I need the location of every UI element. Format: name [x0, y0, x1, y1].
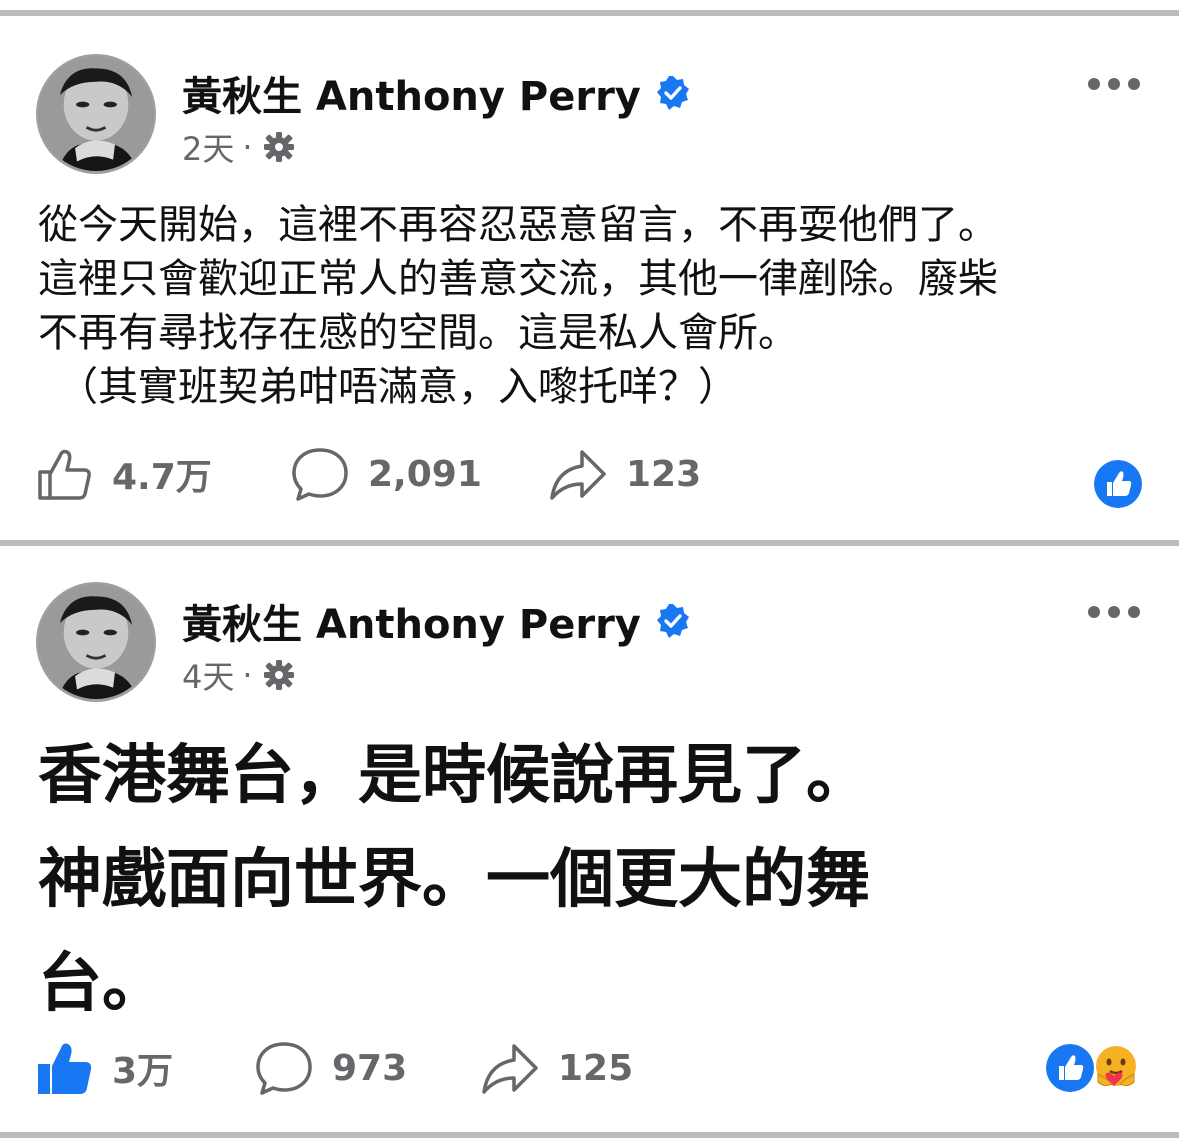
post-actions: 3万 973 125 — [0, 1038, 1179, 1098]
post-text-line: 不再有尋找存在感的空間。這是私人會所。 — [38, 310, 798, 356]
comment-bubble-icon — [256, 1042, 312, 1095]
gear-icon[interactable] — [263, 659, 295, 691]
avatar-portrait-icon — [39, 585, 153, 699]
like-count: 3万 — [112, 1051, 174, 1092]
post-actions: 4.7万 2,091 123 — [0, 444, 1179, 508]
post-meta: 2天 · — [182, 124, 295, 170]
share-button[interactable]: 123 — [548, 444, 701, 504]
post-time[interactable]: 4天 — [182, 652, 234, 698]
post-text-line: 神戲面向世界。一個更大的舞 — [38, 843, 870, 917]
reactions-summary[interactable] — [1046, 1044, 1140, 1092]
care-reaction-icon — [1096, 1046, 1136, 1087]
avatar-portrait-icon — [39, 57, 153, 171]
share-arrow-icon — [482, 1044, 538, 1094]
bottom-divider — [0, 1132, 1179, 1138]
more-options-icon[interactable] — [1088, 604, 1140, 620]
author-name-text[interactable]: 黃秋生 Anthony Perry — [182, 592, 641, 650]
comment-count: 973 — [332, 1047, 408, 1089]
avatar[interactable] — [36, 54, 156, 174]
verified-badge-icon — [656, 604, 689, 638]
post-meta: 4天 · — [182, 652, 295, 698]
like-reaction-icon — [1094, 460, 1142, 508]
reactions-summary[interactable] — [1094, 460, 1142, 508]
post-text-line: 從今天開始，這裡不再容忍惡意留言，不再耍他們了。 — [38, 202, 998, 248]
comment-button[interactable]: 2,091 — [290, 444, 482, 504]
comment-button[interactable]: 973 — [254, 1038, 407, 1098]
meta-separator: · — [242, 656, 253, 694]
like-button[interactable]: 4.7万 — [34, 444, 212, 504]
share-arrow-icon — [550, 450, 606, 500]
share-button[interactable]: 125 — [480, 1038, 633, 1098]
author-name[interactable]: 黃秋生 Anthony Perry — [182, 64, 691, 122]
post-card: 黃秋生 Anthony Perry 2天 · 從今天開始，這裡不再容忍惡意留言，… — [0, 16, 1179, 540]
post-text: 從今天開始，這裡不再容忍惡意留言，不再耍他們了。 這裡只會歡迎正常人的善意交流，… — [38, 198, 1148, 414]
verified-badge-icon — [656, 76, 689, 110]
thumbs-up-icon — [38, 1043, 92, 1094]
share-count: 125 — [558, 1047, 634, 1089]
meta-separator: · — [242, 128, 253, 166]
post-text-line: 香港舞台，是時候說再見了。 — [38, 739, 870, 813]
avatar[interactable] — [36, 582, 156, 702]
more-options-icon[interactable] — [1088, 76, 1140, 92]
comment-bubble-icon — [292, 448, 348, 501]
post-text-line: （其實班契弟咁唔滿意，入嚟托咩？） — [38, 364, 738, 410]
thumbs-up-icon — [38, 449, 91, 500]
author-name-text[interactable]: 黃秋生 Anthony Perry — [182, 64, 641, 122]
post-card: 黃秋生 Anthony Perry 4天 · 香港舞台，是時候說再見了。 神戲面… — [0, 546, 1179, 1126]
post-text-line: 台。 — [38, 947, 166, 1021]
post-text-line: 這裡只會歡迎正常人的善意交流，其他一律剷除。廢柴 — [38, 256, 998, 302]
gear-icon[interactable] — [263, 131, 295, 163]
post-time[interactable]: 2天 — [182, 124, 234, 170]
author-name[interactable]: 黃秋生 Anthony Perry — [182, 592, 691, 650]
comment-count: 2,091 — [368, 453, 482, 495]
post-text: 香港舞台，是時候說再見了。 神戲面向世界。一個更大的舞 台。 — [38, 724, 1148, 1036]
like-count: 4.7万 — [112, 457, 212, 498]
like-reaction-icon — [1046, 1044, 1094, 1092]
like-button[interactable]: 3万 — [34, 1038, 173, 1098]
share-count: 123 — [626, 453, 702, 495]
